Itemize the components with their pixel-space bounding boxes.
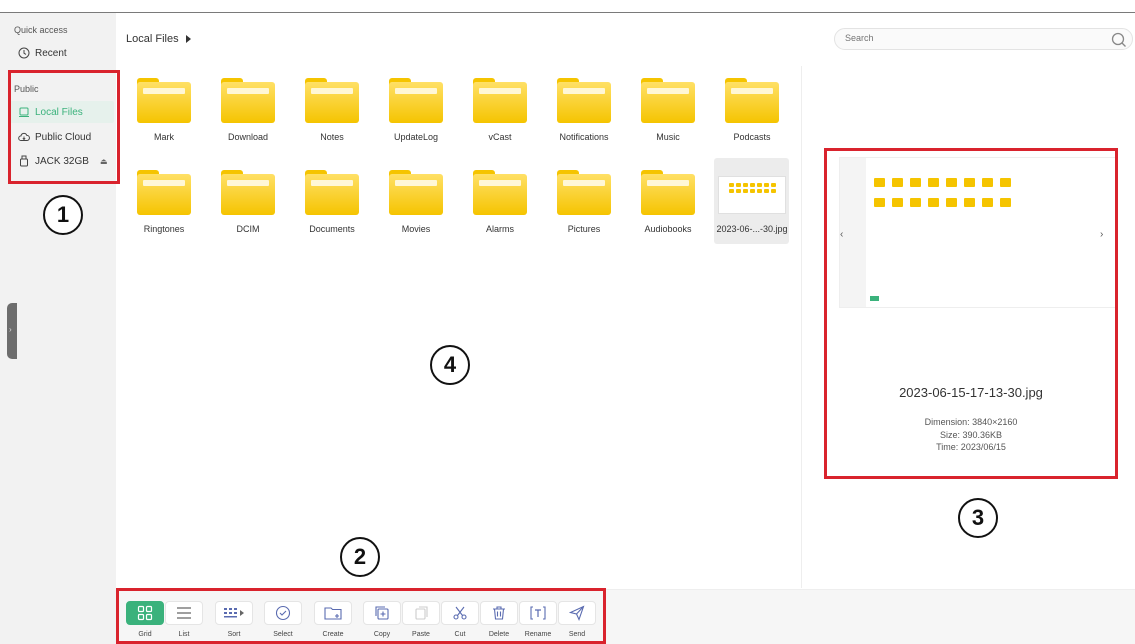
callout-3: 3 xyxy=(958,498,998,538)
search-bar[interactable] xyxy=(834,28,1133,50)
file-name: Podcasts xyxy=(733,132,771,142)
folder-tile[interactable]: Alarms xyxy=(458,164,542,250)
file-name: Mark xyxy=(154,132,174,142)
image-thumbnail xyxy=(718,176,786,214)
folder-tile[interactable]: Notifications xyxy=(542,72,626,158)
file-name: Pictures xyxy=(567,224,601,234)
file-name: DCIM xyxy=(236,224,260,234)
folder-tile[interactable]: Music xyxy=(626,72,710,158)
callout-4: 4 xyxy=(430,345,470,385)
file-name: Ringtones xyxy=(143,224,185,234)
caret-right-icon xyxy=(185,35,191,43)
folder-icon xyxy=(389,78,443,123)
folder-icon xyxy=(137,78,191,123)
file-name: Notes xyxy=(320,132,344,142)
folder-tile[interactable]: Download xyxy=(206,72,290,158)
folder-icon xyxy=(641,170,695,215)
folder-icon xyxy=(725,78,779,123)
file-name: Notifications xyxy=(559,132,609,142)
annotation-box-toolbar xyxy=(116,588,606,644)
folder-tile[interactable]: Movies xyxy=(374,164,458,250)
breadcrumb-item[interactable]: Local Files xyxy=(126,33,179,45)
folder-icon xyxy=(641,78,695,123)
sidebar-collapse-handle[interactable]: › xyxy=(7,303,17,359)
file-name: Audiobooks xyxy=(644,224,692,234)
annotation-box-sidebar xyxy=(8,70,120,184)
folder-tile[interactable]: DCIM xyxy=(206,164,290,250)
quick-access-header: Quick access xyxy=(14,25,68,35)
preview-divider xyxy=(801,66,802,588)
folder-tile[interactable]: Documents xyxy=(290,164,374,250)
folder-icon xyxy=(389,170,443,215)
folder-tile[interactable]: Pictures xyxy=(542,164,626,250)
folder-tile[interactable]: Notes xyxy=(290,72,374,158)
search-input[interactable] xyxy=(845,33,1085,43)
file-name: Movies xyxy=(401,224,431,234)
file-name: Download xyxy=(227,132,269,142)
callout-2: 2 xyxy=(340,537,380,577)
clock-icon xyxy=(18,47,30,59)
chevron-right-icon: › xyxy=(9,325,12,334)
file-name: Music xyxy=(656,132,680,142)
folder-icon xyxy=(221,170,275,215)
callout-1: 1 xyxy=(43,195,83,235)
sidebar-item-recent[interactable]: Recent xyxy=(18,47,67,59)
folder-icon xyxy=(305,78,359,123)
image-file-tile[interactable]: 2023-06-...-30.jpg xyxy=(714,158,789,244)
folder-icon xyxy=(557,78,611,123)
folder-icon xyxy=(557,170,611,215)
folder-tile[interactable]: Ringtones xyxy=(122,164,206,250)
breadcrumb: Local Files xyxy=(126,33,191,45)
search-icon[interactable] xyxy=(1111,32,1127,53)
folder-icon xyxy=(305,170,359,215)
file-name: Alarms xyxy=(485,224,514,234)
folder-tile[interactable]: Audiobooks xyxy=(626,164,710,250)
file-name: vCast xyxy=(488,132,512,142)
folder-icon xyxy=(221,78,275,123)
file-name: UpdateLog xyxy=(393,132,439,142)
annotation-box-preview xyxy=(824,148,1118,479)
file-name: Documents xyxy=(309,224,355,234)
folder-tile[interactable]: Mark xyxy=(122,72,206,158)
folder-tile[interactable]: UpdateLog xyxy=(374,72,458,158)
sidebar-item-label: Recent xyxy=(35,47,67,59)
folder-tile[interactable]: Podcasts xyxy=(710,72,794,158)
folder-icon xyxy=(137,170,191,215)
folder-icon xyxy=(473,170,527,215)
folder-icon xyxy=(473,78,527,123)
folder-tile[interactable]: vCast xyxy=(458,72,542,158)
file-name: 2023-06-...-30.jpg xyxy=(716,224,788,234)
